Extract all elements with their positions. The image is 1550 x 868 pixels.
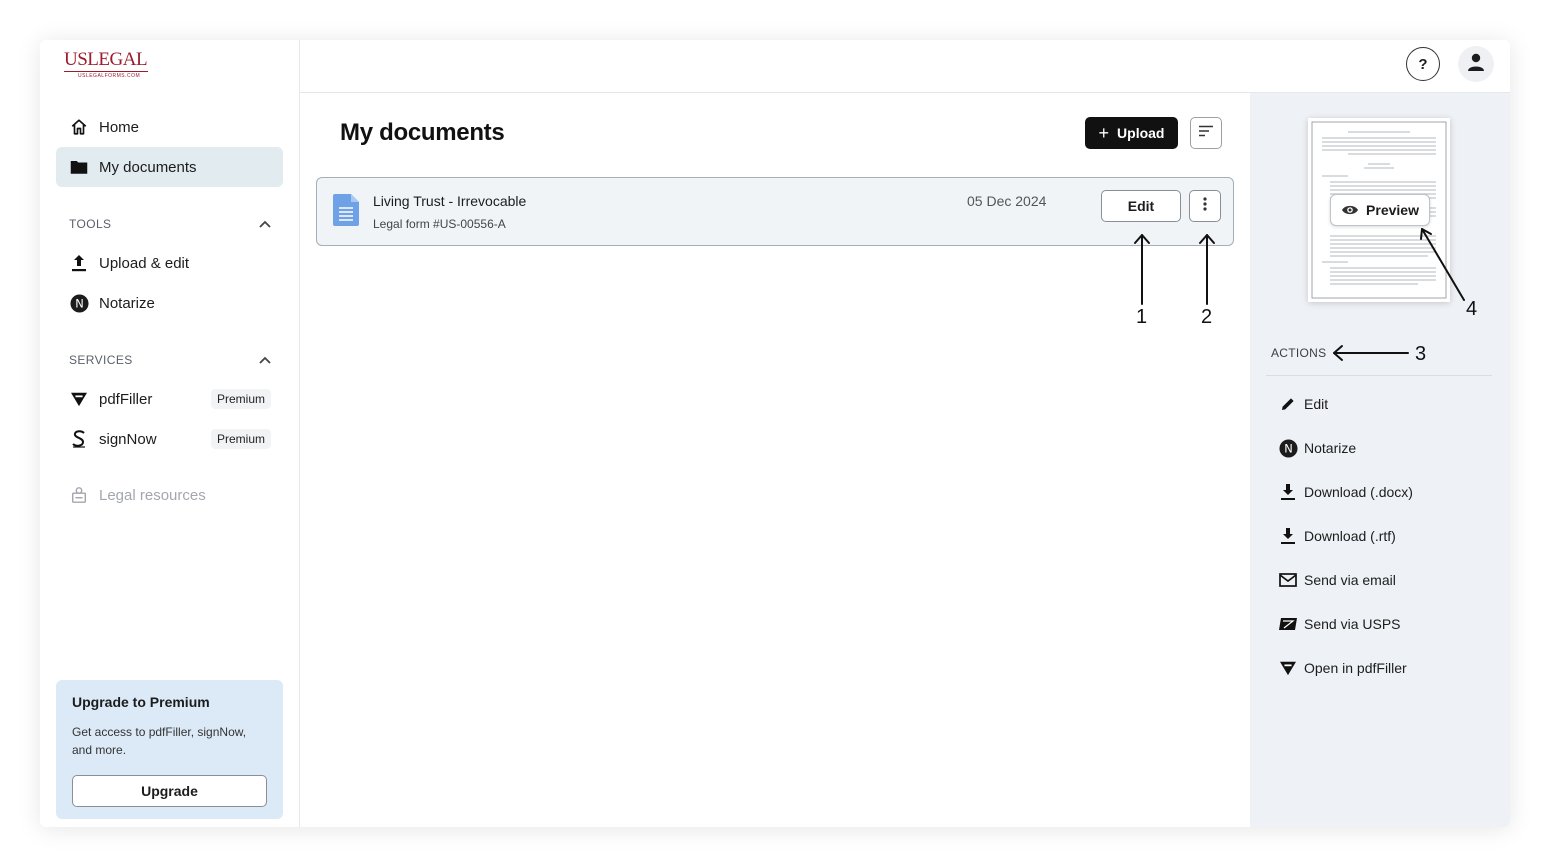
nav-home[interactable]: Home: [56, 107, 283, 147]
help-icon: ?: [1418, 55, 1428, 73]
action-send-email[interactable]: Send via email: [1278, 568, 1396, 592]
pdffiller-icon: [1278, 658, 1298, 678]
services-section-toggle[interactable]: SERVICES: [69, 353, 271, 367]
action-download-docx-label: Download (.docx): [1304, 484, 1413, 500]
document-panel: Preview ACTIONS Edit N Notarize Download…: [1250, 93, 1510, 827]
chevron-up-icon: [259, 217, 271, 231]
usps-icon: [1278, 614, 1298, 634]
signnow-icon: [69, 429, 89, 449]
annotation-number-3: 3: [1415, 343, 1427, 365]
upgrade-card: Upgrade to Premium Get access to pdfFill…: [56, 680, 283, 819]
svg-text:N: N: [1284, 441, 1293, 455]
preview-button[interactable]: Preview: [1330, 194, 1430, 226]
nav-pdffiller-label: pdfFiller: [99, 390, 153, 408]
nav-my-documents[interactable]: My documents: [56, 147, 283, 187]
pdffiller-icon: [69, 389, 89, 409]
nav-my-documents-label: My documents: [99, 158, 197, 176]
help-button[interactable]: ?: [1406, 47, 1440, 81]
nav-pdffiller[interactable]: pdfFiller Premium: [56, 379, 283, 419]
nav-legal-resources-label: Legal resources: [99, 486, 206, 504]
eye-icon: [1341, 204, 1359, 216]
folder-icon: [69, 157, 89, 177]
pencil-icon: [1278, 394, 1298, 414]
upload-button-label: Upload: [1117, 125, 1165, 141]
document-icon: [332, 193, 360, 232]
user-icon: [1466, 52, 1486, 77]
action-send-usps-label: Send via USPS: [1304, 616, 1401, 632]
document-more-button[interactable]: [1189, 190, 1221, 222]
services-section-title: SERVICES: [69, 353, 133, 367]
main-content: My documents + Upload Living Trust - Irr…: [300, 93, 1250, 827]
sort-button[interactable]: [1190, 117, 1222, 149]
action-download-rtf-label: Download (.rtf): [1304, 528, 1396, 544]
nav-signnow[interactable]: signNow Premium: [56, 419, 283, 459]
action-edit-label: Edit: [1304, 396, 1329, 412]
home-icon: [69, 117, 89, 137]
premium-badge: Premium: [210, 429, 271, 449]
action-notarize-label: Notarize: [1304, 440, 1357, 456]
actions-divider: [1266, 375, 1492, 376]
nav-notarize-label: Notarize: [99, 294, 155, 312]
action-download-docx[interactable]: Download (.docx): [1278, 480, 1413, 504]
notarize-icon: N: [1278, 438, 1298, 458]
nav-upload-edit[interactable]: Upload & edit: [56, 243, 283, 283]
document-row[interactable]: Living Trust - Irrevocable Legal form #U…: [316, 177, 1234, 246]
action-edit[interactable]: Edit: [1278, 392, 1328, 416]
premium-badge: Premium: [210, 389, 271, 409]
nav-home-label: Home: [99, 118, 140, 136]
nav-notarize[interactable]: N Notarize: [56, 283, 283, 323]
action-notarize[interactable]: N Notarize: [1278, 436, 1356, 460]
upgrade-text: Get access to pdfFiller, signNow, and mo…: [72, 725, 247, 757]
download-icon: [1278, 482, 1298, 502]
mail-icon: [1278, 570, 1298, 590]
annotation-number-2: 2: [1201, 306, 1213, 328]
action-send-email-label: Send via email: [1304, 572, 1396, 588]
annotation-number-4: 4: [1466, 298, 1478, 320]
top-bar: ?: [300, 40, 1510, 93]
document-edit-button[interactable]: Edit: [1101, 190, 1181, 222]
actions-label: ACTIONS: [1271, 346, 1327, 360]
legal-resources-icon: [69, 485, 89, 505]
logo-subtext: USLEGALFORMS.COM: [78, 73, 141, 79]
nav-signnow-label: signNow: [99, 430, 157, 448]
action-download-rtf[interactable]: Download (.rtf): [1278, 524, 1396, 548]
tools-section-toggle[interactable]: TOOLS: [69, 217, 271, 231]
page-title: My documents: [340, 119, 505, 146]
nav-upload-edit-label: Upload & edit: [99, 254, 190, 272]
notarize-icon: N: [69, 293, 89, 313]
logo-text: USLEGAL: [64, 49, 148, 70]
uslegal-logo[interactable]: USLEGAL USLEGALFORMS.COM: [64, 50, 148, 82]
upload-icon: [69, 253, 89, 273]
app-window: USLEGAL USLEGALFORMS.COM Home My documen…: [40, 40, 1510, 827]
document-subtitle: Legal form #US-00556-A: [373, 217, 506, 231]
upgrade-button[interactable]: Upgrade: [72, 775, 267, 807]
document-title: Living Trust - Irrevocable: [373, 193, 527, 209]
preview-button-label: Preview: [1366, 202, 1419, 218]
action-open-pdffiller-label: Open in pdfFiller: [1304, 660, 1407, 676]
upgrade-title: Upgrade to Premium: [72, 694, 210, 710]
profile-button[interactable]: [1458, 46, 1494, 82]
sidebar: USLEGAL USLEGALFORMS.COM Home My documen…: [40, 40, 300, 827]
annotation-number-1: 1: [1136, 306, 1148, 328]
download-icon: [1278, 526, 1298, 546]
svg-text:N: N: [75, 296, 84, 310]
upload-button[interactable]: + Upload: [1085, 117, 1178, 149]
plus-icon: +: [1098, 123, 1110, 143]
chevron-up-icon: [259, 353, 271, 367]
document-date: 05 Dec 2024: [967, 193, 1047, 209]
nav-legal-resources[interactable]: Legal resources: [56, 475, 283, 515]
action-send-usps[interactable]: Send via USPS: [1278, 612, 1401, 636]
more-vertical-icon: [1203, 196, 1207, 216]
tools-section-title: TOOLS: [69, 217, 112, 231]
sort-icon: [1198, 124, 1214, 142]
action-open-pdffiller[interactable]: Open in pdfFiller: [1278, 656, 1407, 680]
